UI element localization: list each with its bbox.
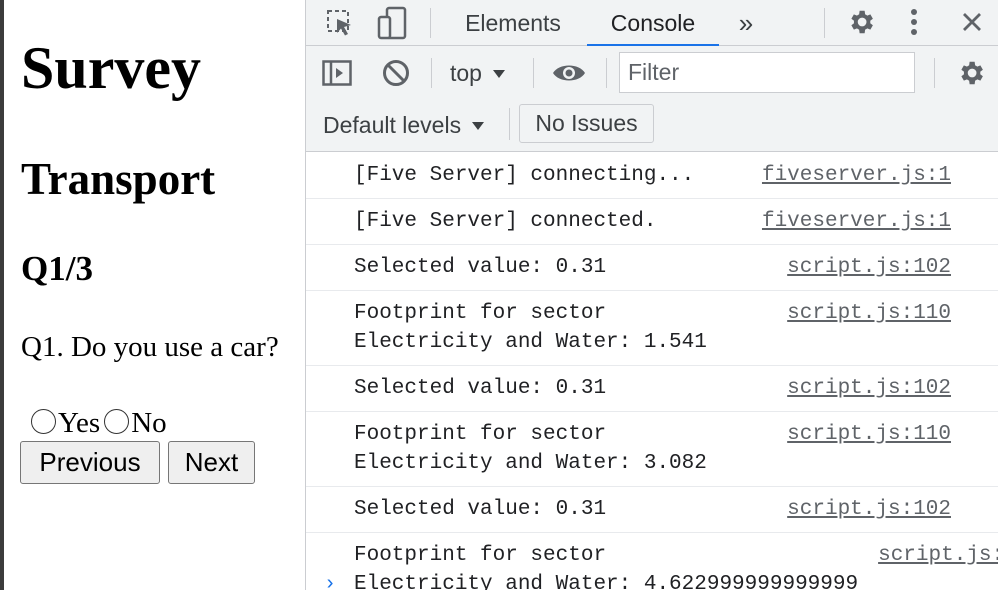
console-message-text: Footprint for sector Electricity and Wat… bbox=[354, 423, 707, 475]
filter-input[interactable] bbox=[619, 52, 915, 93]
device-toolbar-icon[interactable] bbox=[376, 5, 410, 41]
console-message-text: [Five Server] connected. bbox=[354, 210, 657, 233]
issues-button[interactable]: No Issues bbox=[519, 104, 654, 143]
devtools-panel: Elements Console » top Filter Default le… bbox=[305, 0, 998, 590]
more-tabs-icon[interactable]: » bbox=[730, 0, 762, 46]
console-message: Selected value: 0.31 script.js:102 bbox=[306, 245, 998, 291]
question-counter: Q1/3 bbox=[21, 249, 93, 288]
console-message: [Five Server] connecting... fiveserver.js… bbox=[306, 153, 998, 199]
separator bbox=[533, 58, 534, 88]
section-title: Transport bbox=[21, 154, 216, 204]
more-options-icon[interactable] bbox=[902, 5, 926, 39]
log-levels-label: Default levels bbox=[323, 112, 462, 138]
console-message-text: Footprint for sector Electricity and Wat… bbox=[354, 302, 707, 354]
console-message: Footprint for sector Electricity and Wat… bbox=[306, 291, 998, 366]
source-link[interactable]: script.js:102 bbox=[787, 374, 951, 403]
source-link[interactable]: script.js:110 bbox=[878, 541, 998, 590]
clear-console-icon[interactable] bbox=[381, 58, 411, 88]
separator bbox=[430, 8, 431, 38]
console-message: Selected value: 0.31 script.js:102 bbox=[306, 366, 998, 412]
console-prompt-icon[interactable]: › bbox=[324, 573, 336, 590]
survey-page: Survey Transport Q1/3 Q1. Do you use a c… bbox=[0, 0, 305, 590]
settings-gear-icon[interactable] bbox=[844, 5, 878, 39]
tab-elements[interactable]: Elements bbox=[453, 0, 573, 46]
devtools-tabbar: Elements Console » bbox=[306, 0, 998, 47]
log-levels-dropdown[interactable]: Default levels bbox=[323, 112, 485, 139]
source-link[interactable]: fiveserver.js:1 bbox=[762, 161, 951, 190]
console-settings-gear-icon[interactable] bbox=[954, 56, 988, 90]
radio-no[interactable] bbox=[104, 408, 130, 434]
separator bbox=[934, 58, 935, 88]
dropdown-arrow-icon bbox=[472, 121, 485, 130]
separator bbox=[431, 58, 432, 88]
console-message-text: Selected value: 0.31 bbox=[354, 377, 607, 400]
console-message: Footprint for sector Electricity and Wat… bbox=[306, 412, 998, 487]
tab-console[interactable]: Console bbox=[587, 0, 719, 47]
console-message-text: Selected value: 0.31 bbox=[354, 256, 607, 279]
separator bbox=[606, 58, 607, 88]
previous-button[interactable]: Previous bbox=[20, 441, 160, 484]
option-label-yes: Yes bbox=[58, 407, 101, 439]
console-message-text: Selected value: 0.31 bbox=[354, 498, 607, 521]
console-output: [Five Server] connecting... fiveserver.js… bbox=[306, 153, 998, 590]
radio-yes[interactable] bbox=[31, 408, 56, 434]
option-label-no: No bbox=[131, 407, 167, 439]
console-message-text: Footprint for sector Electricity and Wat… bbox=[354, 544, 859, 590]
answer-options: Yes No bbox=[31, 406, 171, 440]
console-toolbar: top Default levels No Issues bbox=[306, 46, 998, 152]
next-button[interactable]: Next bbox=[168, 441, 255, 484]
console-message: [Five Server] connected. fiveserver.js:1 bbox=[306, 199, 998, 245]
live-expression-eye-icon[interactable] bbox=[551, 58, 587, 88]
context-selector[interactable]: top bbox=[450, 60, 506, 87]
source-link[interactable]: fiveserver.js:1 bbox=[762, 207, 951, 236]
source-link[interactable]: script.js:110 bbox=[787, 299, 951, 357]
inspect-element-icon[interactable] bbox=[324, 7, 356, 39]
source-link[interactable]: script.js:102 bbox=[787, 495, 951, 524]
sidebar-toggle-icon[interactable] bbox=[321, 59, 353, 87]
close-icon[interactable] bbox=[956, 5, 988, 39]
context-label: top bbox=[450, 60, 482, 86]
source-link[interactable]: script.js:110 bbox=[787, 420, 951, 478]
console-message-text: [Five Server] connecting... bbox=[354, 164, 695, 187]
dropdown-arrow-icon bbox=[492, 69, 505, 78]
console-message: Selected value: 0.31 script.js:102 bbox=[306, 487, 998, 533]
separator bbox=[509, 108, 510, 140]
question-text: Q1. Do you use a car? bbox=[21, 331, 279, 363]
source-link[interactable]: script.js:102 bbox=[787, 253, 951, 282]
separator bbox=[824, 8, 825, 38]
console-message: Footprint for sector Electricity and Wat… bbox=[306, 533, 998, 590]
page-title: Survey bbox=[21, 35, 201, 101]
